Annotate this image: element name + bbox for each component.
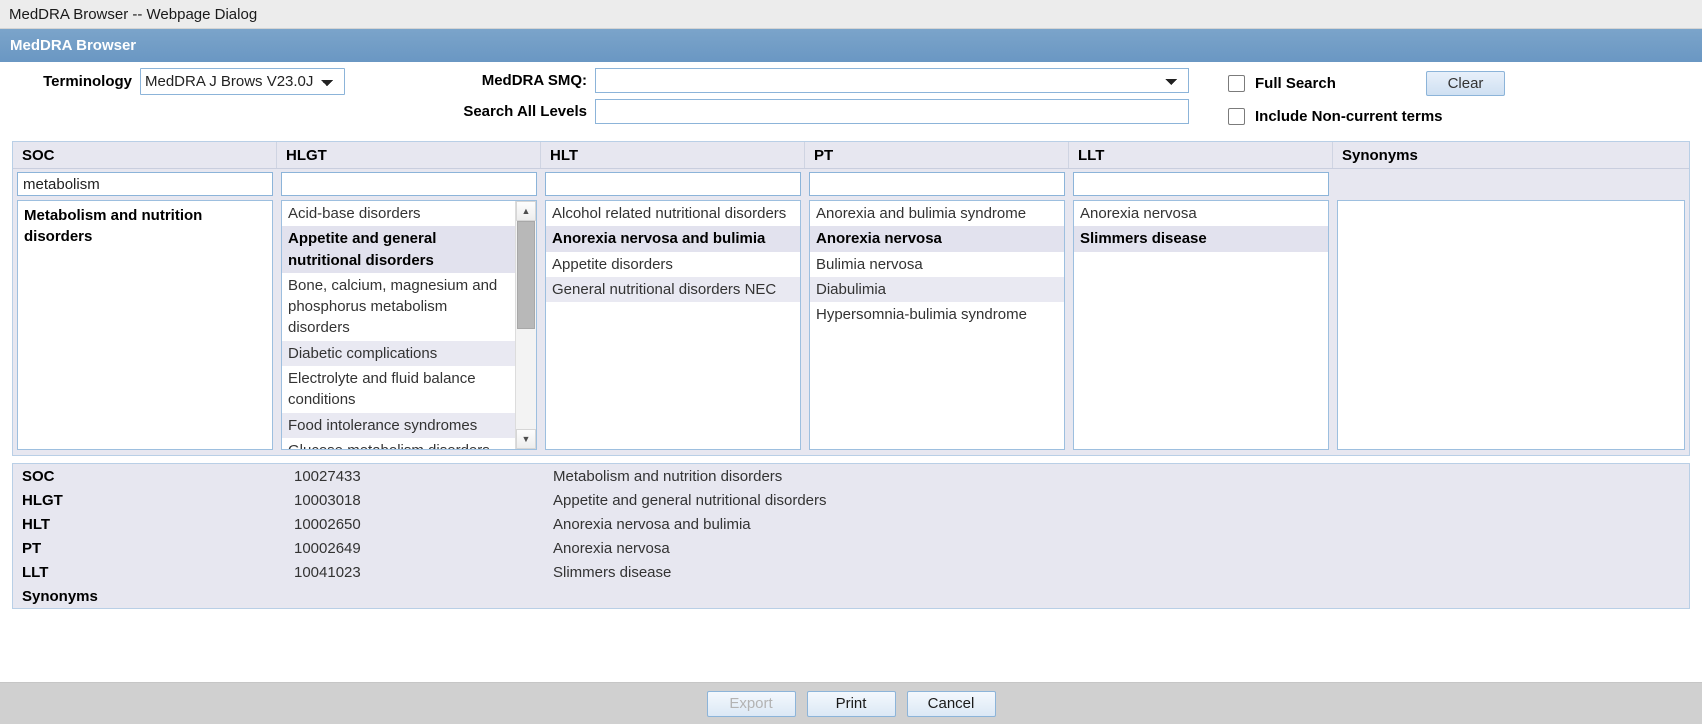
- window-titlebar: MedDRA Browser -- Webpage Dialog: [0, 0, 1702, 29]
- smq-select[interactable]: [595, 68, 1189, 93]
- list-item[interactable]: Bulimia nervosa: [810, 252, 1064, 277]
- full-search-row[interactable]: Full Search: [1228, 70, 1443, 97]
- filter-input-llt[interactable]: [1073, 172, 1329, 196]
- list-item[interactable]: Anorexia nervosa: [810, 226, 1064, 252]
- detail-term-name: Anorexia nervosa and bulimia: [545, 513, 1688, 535]
- list-item[interactable]: Hypersomnia-bulimia syndrome: [810, 302, 1064, 327]
- grid-header-row: SOC HLGT HLT PT LLT Synonyms: [13, 142, 1689, 169]
- app-header-title: MedDRA Browser: [10, 37, 137, 54]
- listbox-hlgt[interactable]: Acid-base disorders Appetite and general …: [281, 200, 537, 450]
- search-panel: Terminology MedDRA J Brows V23.0J MedDRA…: [0, 62, 1702, 137]
- list-item[interactable]: General nutritional disorders NEC: [546, 276, 800, 303]
- window-title: MedDRA Browser -- Webpage Dialog: [9, 5, 258, 23]
- smq-label: MedDRA SMQ:: [481, 72, 587, 89]
- column-header-llt[interactable]: LLT: [1069, 142, 1333, 168]
- list-item[interactable]: Appetite disorders: [546, 252, 800, 277]
- include-noncurrent-checkbox[interactable]: [1228, 108, 1245, 125]
- detail-code: 10002650: [286, 513, 543, 535]
- search-all-levels-label: Search All Levels: [463, 103, 587, 120]
- scrollbar-thumb[interactable]: [517, 221, 535, 329]
- detail-code: 10027433: [286, 465, 543, 487]
- export-button[interactable]: Export: [706, 690, 796, 717]
- search-all-levels-input[interactable]: [595, 99, 1189, 124]
- detail-level-label: Synonyms: [14, 585, 284, 607]
- terminology-label: Terminology: [43, 73, 132, 90]
- list-item[interactable]: Glucose metabolism disorders (incl diabe…: [282, 438, 515, 449]
- listbox-hlt[interactable]: Alcohol related nutritional disorders Ano…: [545, 200, 801, 450]
- grid-filter-row: [13, 169, 1689, 200]
- list-item[interactable]: Acid-base disorders: [282, 201, 515, 226]
- table-row: HLGT 10003018 Appetite and general nutriti…: [14, 489, 1688, 511]
- list-item[interactable]: Anorexia and bulimia syndrome: [810, 201, 1064, 226]
- list-item[interactable]: Electrolyte and fluid balance conditions: [282, 366, 515, 413]
- include-noncurrent-label: Include Non-current terms: [1255, 108, 1443, 125]
- column-header-soc[interactable]: SOC: [13, 142, 277, 168]
- include-noncurrent-row[interactable]: Include Non-current terms: [1228, 103, 1443, 130]
- app-header: MedDRA Browser: [0, 29, 1702, 62]
- detail-code: 10002649: [286, 537, 543, 559]
- detail-term-name: Slimmers disease: [545, 561, 1688, 583]
- detail-level-label: HLGT: [14, 489, 284, 511]
- detail-code: [286, 585, 543, 607]
- detail-level-label: LLT: [14, 561, 284, 583]
- list-item[interactable]: Metabolism and nutrition disorders: [18, 201, 272, 252]
- cancel-button[interactable]: Cancel: [906, 690, 996, 717]
- detail-code: 10041023: [286, 561, 543, 583]
- listbox-hlgt-scrollbar[interactable]: ▲ ▼: [515, 201, 536, 449]
- scroll-up-arrow-icon[interactable]: ▲: [516, 201, 536, 221]
- list-item[interactable]: Diabetic complications: [282, 340, 515, 367]
- hierarchy-grid: SOC HLGT HLT PT LLT Synonyms Metabolism …: [12, 141, 1690, 456]
- dialog-footer: Export Print Cancel: [0, 682, 1702, 724]
- detail-term-name: Appetite and general nutritional disorde…: [545, 489, 1688, 511]
- listbox-llt[interactable]: Anorexia nervosa Slimmers disease: [1073, 200, 1329, 450]
- list-item[interactable]: Bone, calcium, magnesium and phosphorus …: [282, 273, 515, 341]
- detail-term-name: Metabolism and nutrition disorders: [545, 465, 1688, 487]
- table-row: SOC 10027433 Metabolism and nutrition diso…: [14, 465, 1688, 487]
- list-item[interactable]: Anorexia nervosa and bulimia: [546, 226, 800, 252]
- column-header-synonyms[interactable]: Synonyms: [1333, 142, 1689, 168]
- list-item[interactable]: Food intolerance syndromes: [282, 412, 515, 438]
- table-row: PT 10002649 Anorexia nervosa: [14, 537, 1688, 559]
- detail-table: SOC 10027433 Metabolism and nutrition diso…: [12, 463, 1690, 609]
- listbox-pt[interactable]: Anorexia and bulimia syndrome Anorexia ne…: [809, 200, 1065, 450]
- grid-list-row: Metabolism and nutrition disorders Acid-…: [13, 200, 1689, 455]
- print-button[interactable]: Print: [806, 690, 896, 717]
- detail-term-name: Anorexia nervosa: [545, 537, 1688, 559]
- checkbox-block: Full Search Include Non-current terms: [1228, 70, 1443, 136]
- detail-term-name: [545, 585, 1688, 607]
- scrollbar-track[interactable]: [516, 221, 536, 429]
- table-row: LLT 10041023 Slimmers disease: [14, 561, 1688, 583]
- detail-level-label: HLT: [14, 513, 284, 535]
- filter-input-hlt[interactable]: [545, 172, 801, 196]
- listbox-synonyms[interactable]: [1337, 200, 1685, 450]
- list-item[interactable]: Alcohol related nutritional disorders: [546, 201, 800, 226]
- filter-input-pt[interactable]: [809, 172, 1065, 196]
- list-item[interactable]: Slimmers disease: [1074, 226, 1328, 252]
- column-header-hlt[interactable]: HLT: [541, 142, 805, 168]
- clear-button[interactable]: Clear: [1426, 71, 1505, 96]
- filter-input-soc[interactable]: [17, 172, 273, 196]
- list-item[interactable]: Appetite and general nutritional disorde…: [282, 226, 515, 273]
- list-item[interactable]: Diabulimia: [810, 276, 1064, 303]
- smq-row: MedDRA SMQ:: [455, 68, 1189, 93]
- full-search-label: Full Search: [1255, 75, 1336, 92]
- search-all-levels-row: Search All Levels: [455, 99, 1189, 124]
- table-row: HLT 10002650 Anorexia nervosa and bulimia: [14, 513, 1688, 535]
- detail-code: 10003018: [286, 489, 543, 511]
- terminology-select[interactable]: MedDRA J Brows V23.0J: [140, 68, 345, 95]
- listbox-soc[interactable]: Metabolism and nutrition disorders: [17, 200, 273, 450]
- scroll-down-arrow-icon[interactable]: ▼: [516, 429, 536, 449]
- column-header-hlgt[interactable]: HLGT: [277, 142, 541, 168]
- table-row: Synonyms: [14, 585, 1688, 607]
- column-header-pt[interactable]: PT: [805, 142, 1069, 168]
- full-search-checkbox[interactable]: [1228, 75, 1245, 92]
- list-item[interactable]: Anorexia nervosa: [1074, 201, 1328, 226]
- detail-level-label: PT: [14, 537, 284, 559]
- detail-level-label: SOC: [14, 465, 284, 487]
- smq-block: MedDRA SMQ: Search All Levels: [455, 68, 1189, 130]
- filter-input-hlgt[interactable]: [281, 172, 537, 196]
